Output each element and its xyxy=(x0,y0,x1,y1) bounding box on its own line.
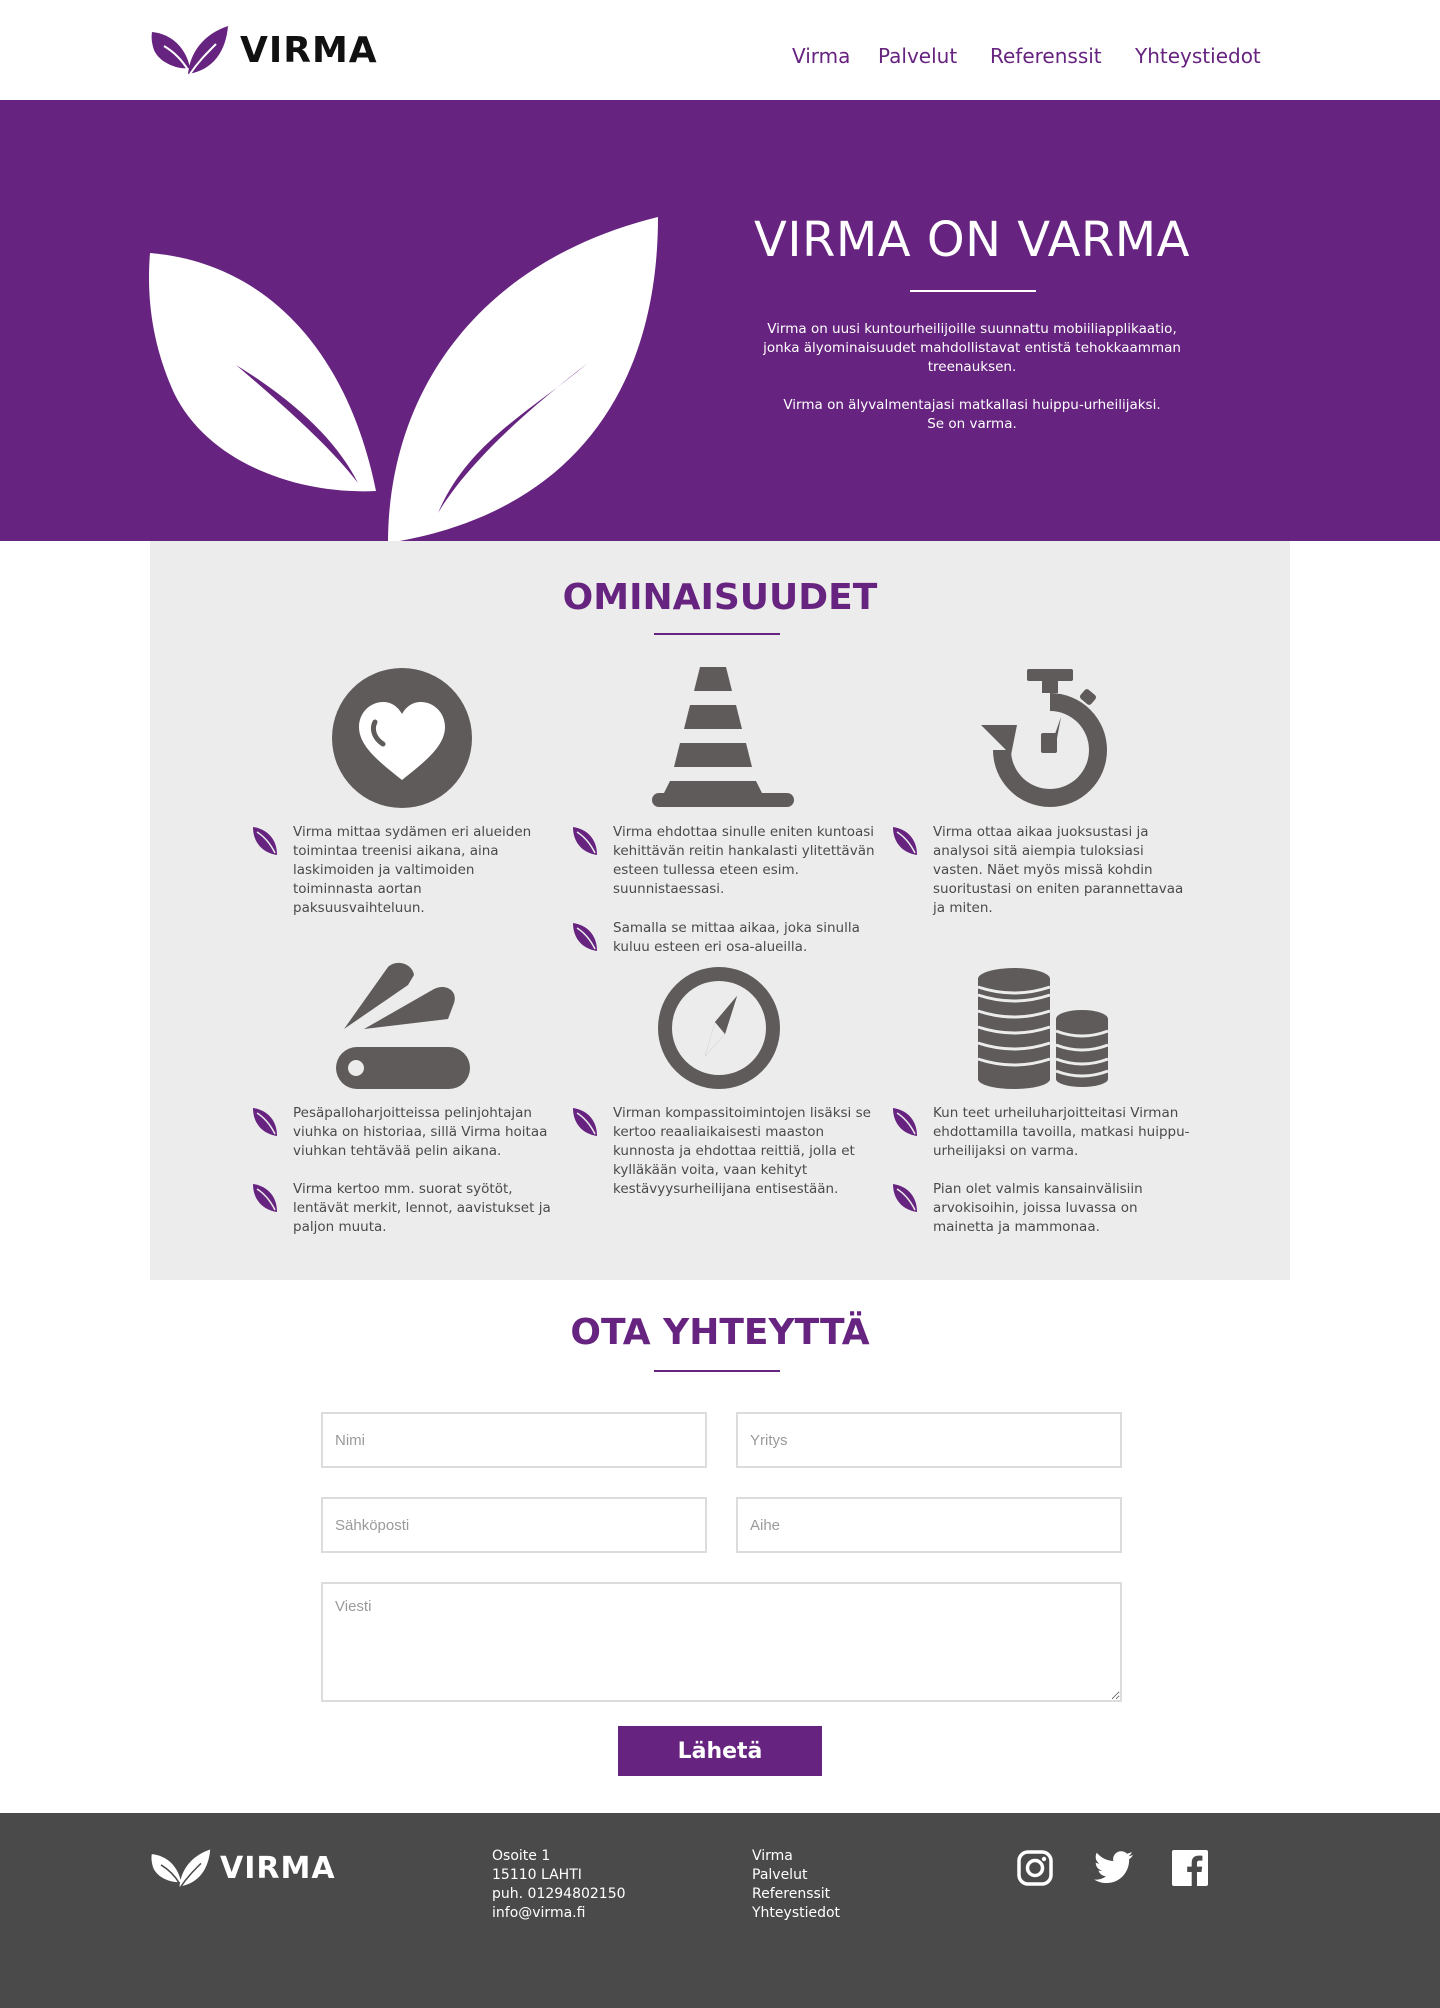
feature-text: Kun teet urheiluharjoitteitasi Virman eh… xyxy=(933,1105,1190,1159)
address-line: Osoite 1 xyxy=(492,1848,551,1864)
features-title: OMINAISUUDET xyxy=(562,577,878,618)
feature-bullet: Virma ottaa aikaa juoksustasi ja analyso… xyxy=(891,823,1195,918)
brand-name: VIRMA xyxy=(240,29,378,71)
footer-link-yhteystiedot[interactable]: Yhteystiedot xyxy=(752,1904,840,1923)
purple-leaf-icon xyxy=(893,1184,917,1212)
compass-icon xyxy=(658,967,780,1089)
feature-text: Virma mittaa sydämen eri alueiden toimin… xyxy=(293,824,532,916)
footer-brand: VIRMA xyxy=(220,1850,336,1886)
features-section: OMINAISUUDET Virma mittaa sydämen eri al… xyxy=(150,541,1290,1280)
feature-text: Samalla se mittaa aikaa, joka sinulla ku… xyxy=(613,920,860,955)
email-field[interactable] xyxy=(321,1497,707,1553)
feature-text: Virma ehdottaa sinulle eniten kuntoasi k… xyxy=(613,824,875,897)
feature-text: Virma kertoo mm. suorat syötöt, lentävät… xyxy=(293,1181,551,1235)
logo[interactable]: VIRMA xyxy=(150,24,378,76)
hero-paragraph-2: Virma on älyvalmentajasi matkallasi huip… xyxy=(750,396,1194,434)
feature-text: Virman kompassitoimintojen lisäksi se ke… xyxy=(613,1105,871,1197)
swiss-knife-icon xyxy=(336,962,470,1089)
nav-link-yhteystiedot[interactable]: Yhteystiedot xyxy=(1135,44,1261,68)
feature-bullet: Virma mittaa sydämen eri alueiden toimin… xyxy=(251,823,555,918)
postal-line: 15110 LAHTI xyxy=(492,1867,582,1883)
leaf-logo-icon xyxy=(151,1849,211,1887)
hero-title: VIRMA ON VARMA xyxy=(754,212,1190,268)
purple-leaf-icon xyxy=(253,827,277,855)
footer-link-palvelut[interactable]: Palvelut xyxy=(752,1866,840,1885)
purple-leaf-icon xyxy=(573,923,597,951)
email-line: info@virma.fi xyxy=(492,1905,586,1921)
hero-paragraph-2-line-1: Virma on älyvalmentajasi matkallasi huip… xyxy=(783,397,1161,413)
footer-address: Osoite 1 15110 LAHTI puh. 01294802150 in… xyxy=(492,1847,626,1923)
message-field[interactable] xyxy=(321,1582,1122,1702)
company-field[interactable] xyxy=(736,1412,1122,1468)
feature-bullet: Kun teet urheiluharjoitteitasi Virman eh… xyxy=(891,1104,1195,1161)
nav-link-virma[interactable]: Virma xyxy=(792,44,850,68)
site-header: VIRMA Virma Palvelut Referenssit Yhteyst… xyxy=(0,0,1440,100)
traffic-cone-icon xyxy=(652,667,794,807)
purple-leaf-icon xyxy=(893,1108,917,1136)
feature-bullet: Pesäpalloharjoitteissa pelinjohtajan viu… xyxy=(251,1104,555,1161)
contact-title: OTA YHTEYTTÄ xyxy=(570,1312,870,1353)
twitter-icon[interactable] xyxy=(1094,1850,1134,1886)
nav-link-palvelut[interactable]: Palvelut xyxy=(878,44,957,68)
hero-divider xyxy=(910,290,1036,292)
feature-text: Pian olet valmis kansainvälisiin arvokis… xyxy=(933,1181,1143,1235)
feature-text: Virma ottaa aikaa juoksustasi ja analyso… xyxy=(933,824,1184,916)
leaf-logo-icon xyxy=(151,26,228,75)
feature-bullet: Pian olet valmis kansainvälisiin arvokis… xyxy=(891,1180,1195,1237)
purple-leaf-icon xyxy=(253,1184,277,1212)
subject-field[interactable] xyxy=(736,1497,1122,1553)
hero-section: VIRMA ON VARMA Virma on uusi kuntourheil… xyxy=(0,100,1440,541)
facebook-icon[interactable] xyxy=(1172,1850,1208,1886)
phone-line: puh. 01294802150 xyxy=(492,1886,626,1902)
hero-paragraph-1: Virma on uusi kuntourheilijoille suunnat… xyxy=(763,321,1181,375)
contact-divider xyxy=(654,1370,780,1372)
name-field[interactable] xyxy=(321,1412,707,1468)
features-divider xyxy=(654,633,780,635)
feature-bullet: Virma ehdottaa sinulle eniten kuntoasi k… xyxy=(571,823,875,899)
footer-link-referenssit[interactable]: Referenssit xyxy=(752,1885,840,1904)
feature-text: Pesäpalloharjoitteissa pelinjohtajan viu… xyxy=(293,1105,548,1159)
stopwatch-icon xyxy=(981,669,1107,807)
site-footer: VIRMA Osoite 1 15110 LAHTI puh. 01294802… xyxy=(0,1813,1440,2008)
footer-link-virma[interactable]: Virma xyxy=(752,1847,840,1866)
feature-bullet: Samalla se mittaa aikaa, joka sinulla ku… xyxy=(571,919,875,957)
footer-links: Virma Palvelut Referenssit Yhteystiedot xyxy=(752,1847,840,1923)
hero-leaves-illustration xyxy=(149,217,658,541)
feature-bullet: Virman kompassitoimintojen lisäksi se ke… xyxy=(571,1104,875,1199)
purple-leaf-icon xyxy=(573,1108,597,1136)
send-button[interactable]: Lähetä xyxy=(618,1726,822,1776)
hero-paragraph-2-line-2: Se on varma. xyxy=(927,416,1017,432)
instagram-icon[interactable] xyxy=(1017,1850,1053,1886)
coins-icon xyxy=(977,968,1109,1089)
nav-link-referenssit[interactable]: Referenssit xyxy=(990,44,1102,68)
feature-bullet: Virma kertoo mm. suorat syötöt, lentävät… xyxy=(251,1180,555,1237)
purple-leaf-icon xyxy=(253,1108,277,1136)
purple-leaf-icon xyxy=(893,827,917,855)
purple-leaf-icon xyxy=(573,827,597,855)
footer-logo[interactable]: VIRMA xyxy=(150,1848,336,1888)
heart-icon xyxy=(332,668,472,808)
hero-description: Virma on uusi kuntourheilijoille suunnat… xyxy=(750,320,1194,434)
